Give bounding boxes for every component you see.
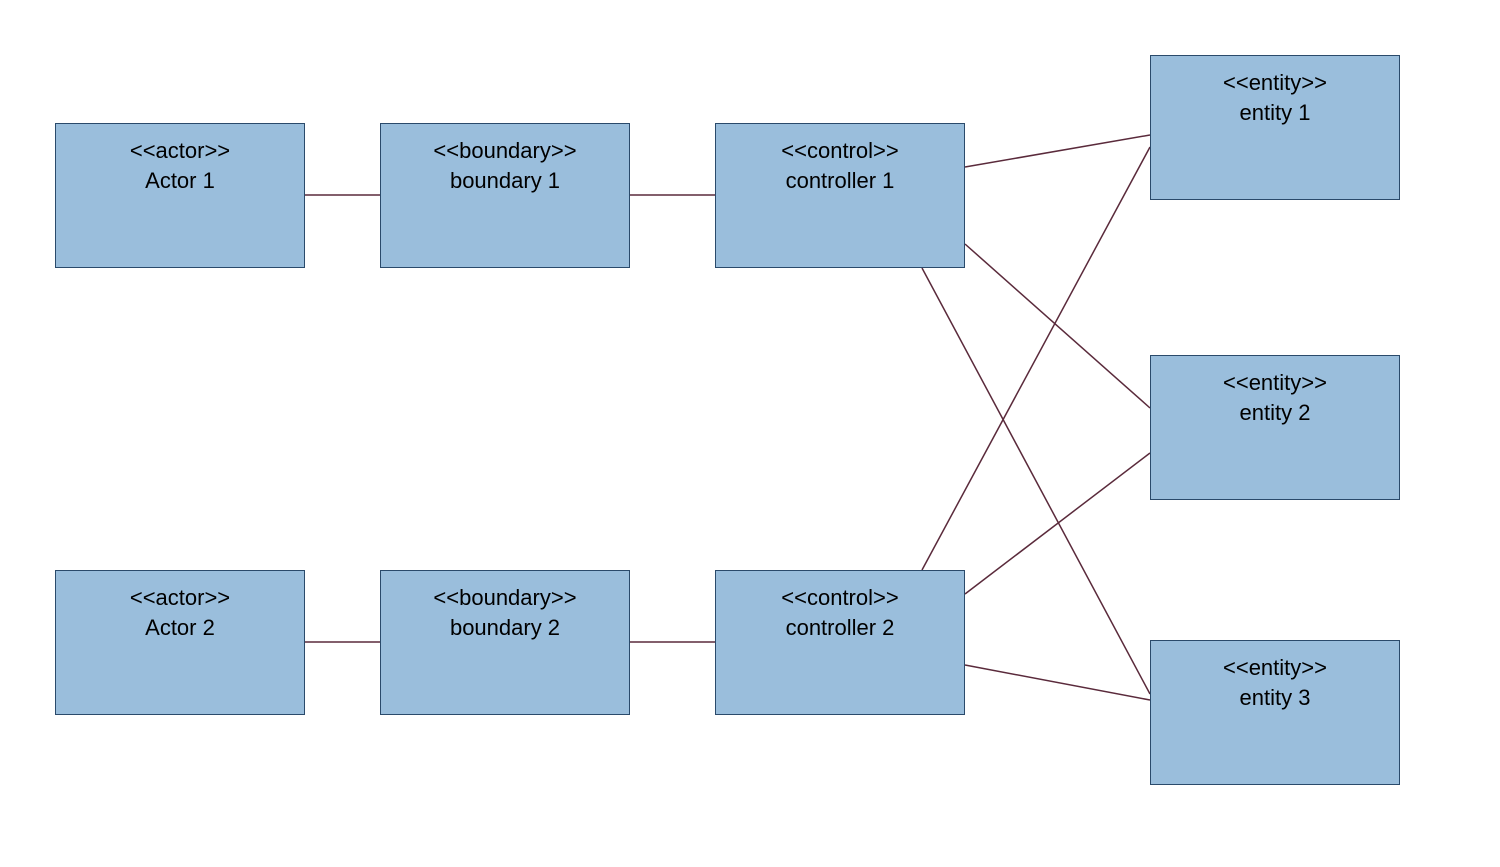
diagram-canvas: <<actor>> Actor 1 <<boundary>> boundary … (0, 0, 1500, 867)
stereotype-text: <<entity>> (1151, 368, 1399, 398)
stereotype-text: <<actor>> (56, 583, 304, 613)
stereotype-text: <<actor>> (56, 136, 304, 166)
node-label: entity 2 (1151, 398, 1399, 428)
node-controller2[interactable]: <<control>> controller 2 (715, 570, 965, 715)
edge-controller2-entity2 (965, 453, 1150, 594)
node-actor2[interactable]: <<actor>> Actor 2 (55, 570, 305, 715)
stereotype-text: <<entity>> (1151, 653, 1399, 683)
node-label: controller 2 (716, 613, 964, 643)
stereotype-text: <<entity>> (1151, 68, 1399, 98)
node-label: entity 3 (1151, 683, 1399, 713)
node-boundary2[interactable]: <<boundary>> boundary 2 (380, 570, 630, 715)
node-label: boundary 1 (381, 166, 629, 196)
edge-controller1-entity1 (965, 135, 1150, 167)
edge-controller1-entity2 (965, 244, 1150, 408)
stereotype-text: <<control>> (716, 136, 964, 166)
node-label: controller 1 (716, 166, 964, 196)
node-actor1[interactable]: <<actor>> Actor 1 (55, 123, 305, 268)
node-label: Actor 1 (56, 166, 304, 196)
node-controller1[interactable]: <<control>> controller 1 (715, 123, 965, 268)
node-label: Actor 2 (56, 613, 304, 643)
edge-controller2-entity3 (965, 665, 1150, 700)
stereotype-text: <<boundary>> (381, 583, 629, 613)
node-label: boundary 2 (381, 613, 629, 643)
node-entity3[interactable]: <<entity>> entity 3 (1150, 640, 1400, 785)
node-entity1[interactable]: <<entity>> entity 1 (1150, 55, 1400, 200)
stereotype-text: <<control>> (716, 583, 964, 613)
node-label: entity 1 (1151, 98, 1399, 128)
stereotype-text: <<boundary>> (381, 136, 629, 166)
node-entity2[interactable]: <<entity>> entity 2 (1150, 355, 1400, 500)
node-boundary1[interactable]: <<boundary>> boundary 1 (380, 123, 630, 268)
